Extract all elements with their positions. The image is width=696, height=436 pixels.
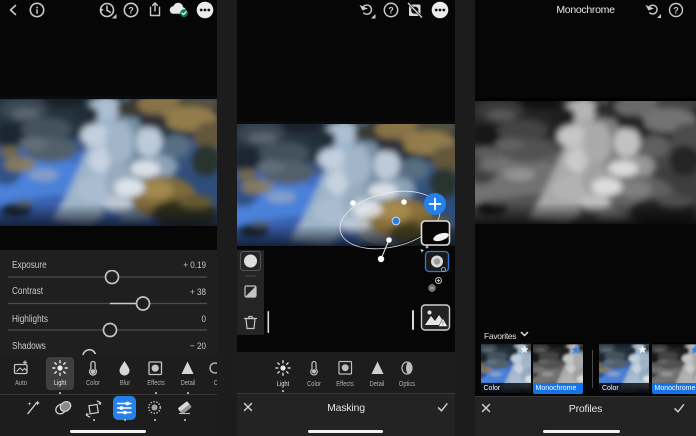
svg-text:?: ? bbox=[388, 5, 394, 15]
svg-text:?: ? bbox=[673, 5, 679, 15]
svg-text:?: ? bbox=[128, 5, 134, 15]
svg-text:!: ! bbox=[442, 321, 444, 327]
